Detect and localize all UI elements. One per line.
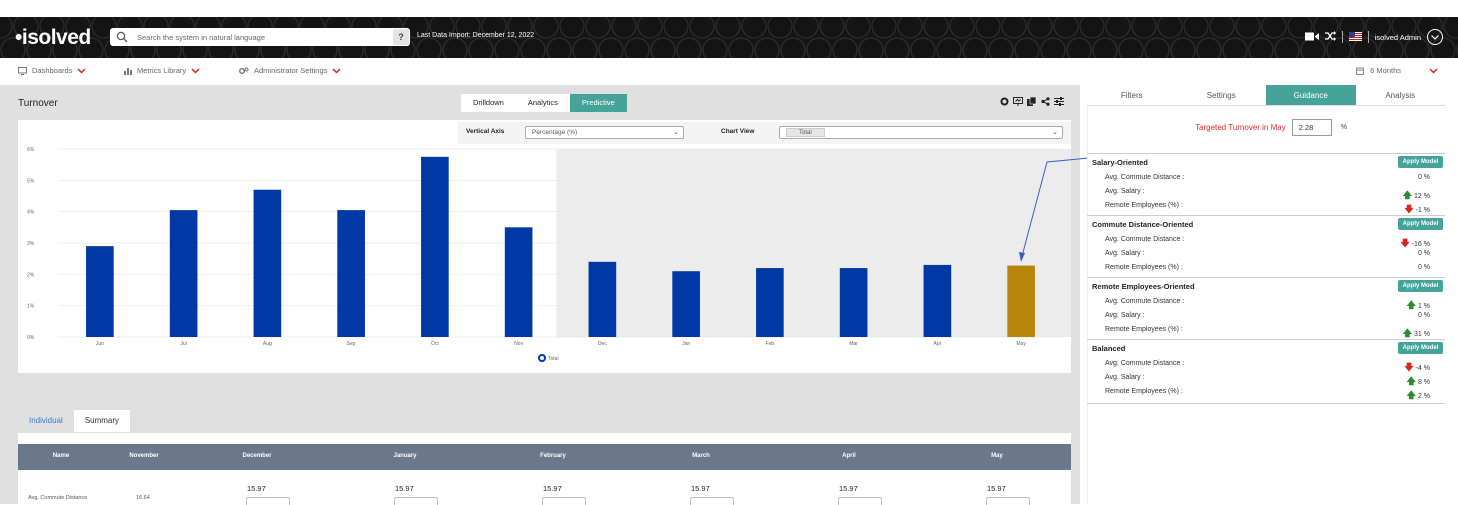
row-value-april: 15.97 xyxy=(839,484,858,493)
tab-guidance[interactable]: Guidance xyxy=(1266,85,1356,105)
model-title: Salary-Oriented xyxy=(1092,158,1148,167)
tab-settings[interactable]: Settings xyxy=(1176,85,1266,105)
metric-label: Avg. Commute Distance : xyxy=(1105,174,1185,181)
apply-model-button[interactable]: Apply Model xyxy=(1398,342,1443,354)
tab-summary[interactable]: Summary xyxy=(73,410,131,432)
divider xyxy=(1087,403,1445,404)
metric-label: Avg. Commute Distance : xyxy=(1105,360,1185,367)
divider xyxy=(1087,339,1445,340)
row-value-february: 15.97 xyxy=(543,484,562,493)
metric-value-text: 0 % xyxy=(1417,174,1430,181)
metric-value-text: -4 % xyxy=(1415,364,1430,372)
col-february: February xyxy=(540,453,566,459)
col-may: May xyxy=(991,453,1003,459)
apply-model-button[interactable]: Apply Model xyxy=(1398,218,1443,230)
tab-analysis[interactable]: Analysis xyxy=(1355,85,1445,105)
col-march: March xyxy=(692,453,710,459)
divider xyxy=(1087,215,1445,216)
metric-value: 0 % xyxy=(1418,174,1430,181)
row-november: 16.64 xyxy=(136,495,150,501)
row-value-january: 15.97 xyxy=(395,484,414,493)
tab-individual[interactable]: Individual xyxy=(18,410,74,432)
metric-value: 0 % xyxy=(1418,264,1430,271)
side-tabs: Filters Settings Guidance Analysis xyxy=(1087,85,1445,106)
metric-value: 🡅 2 % xyxy=(1407,388,1430,404)
metric-value-text: 31 % xyxy=(1414,330,1430,338)
model-title: Balanced xyxy=(1092,344,1126,353)
divider xyxy=(1087,277,1445,278)
target-row: Targeted Turnover in May 2.28 % xyxy=(1195,119,1347,136)
metric-label: Avg. Salary : xyxy=(1105,250,1145,257)
arrow-up-icon: 🡅 xyxy=(1406,390,1416,400)
metric-value-text: 12 % xyxy=(1414,192,1430,200)
metric-value-text: 8 % xyxy=(1417,378,1430,386)
table-tabs: Individual Summary xyxy=(18,410,131,432)
metric-label: Avg. Commute Distance : xyxy=(1105,236,1185,243)
metric-label: Remote Employees (%) : xyxy=(1105,264,1183,271)
target-label: Targeted Turnover in May xyxy=(1195,123,1286,132)
target-unit: % xyxy=(1340,124,1347,131)
tab-filters[interactable]: Filters xyxy=(1087,85,1177,105)
metric-value-text: 2 % xyxy=(1417,392,1430,400)
metric-label: Avg. Salary : xyxy=(1105,374,1145,381)
metric-value-text: 1 % xyxy=(1417,302,1430,310)
row-value-december: 15.97 xyxy=(247,484,266,493)
col-january: January xyxy=(393,453,417,459)
arrow-up-icon: 🡅 xyxy=(1406,300,1416,310)
metric-value: 0 % xyxy=(1418,312,1430,319)
model-title: Remote Employees-Oriented xyxy=(1092,282,1195,291)
metric-value-text: -16 % xyxy=(1411,240,1430,248)
col-december: December xyxy=(242,453,272,459)
summary-table: Name November December January February … xyxy=(18,433,1071,505)
metric-value: 0 % xyxy=(1418,250,1430,257)
row-value-may: 15.97 xyxy=(987,484,1006,493)
apply-model-button[interactable]: Apply Model xyxy=(1398,156,1443,168)
table-header: Name November December January February … xyxy=(18,444,1071,470)
metric-value-text: -1 % xyxy=(1415,206,1430,214)
metric-value-text: 0 % xyxy=(1417,264,1430,271)
col-april: April xyxy=(842,453,856,459)
row-value-march: 15.97 xyxy=(691,484,710,493)
metric-value-text: 0 % xyxy=(1417,250,1430,257)
metric-label: Avg. Commute Distance : xyxy=(1105,298,1185,305)
apply-model-button[interactable]: Apply Model xyxy=(1398,280,1443,292)
metric-label: Remote Employees (%) : xyxy=(1105,388,1183,395)
guidance-panel xyxy=(1087,85,1445,504)
divider xyxy=(1087,153,1445,154)
col-november: November xyxy=(129,453,159,459)
metric-label: Avg. Salary : xyxy=(1105,188,1145,195)
metric-label: Remote Employees (%) : xyxy=(1105,326,1183,333)
metric-value-text: 0 % xyxy=(1417,312,1430,319)
target-input[interactable]: 2.28 xyxy=(1291,119,1332,136)
model-title: Commute Distance-Oriented xyxy=(1092,220,1194,229)
row-name: Avg. Commute Distance xyxy=(28,495,88,501)
col-name: Name xyxy=(52,453,70,459)
metric-label: Remote Employees (%) : xyxy=(1105,202,1183,209)
metric-label: Avg. Salary : xyxy=(1105,312,1145,319)
arrow-down-icon: 🡇 xyxy=(1400,238,1410,248)
